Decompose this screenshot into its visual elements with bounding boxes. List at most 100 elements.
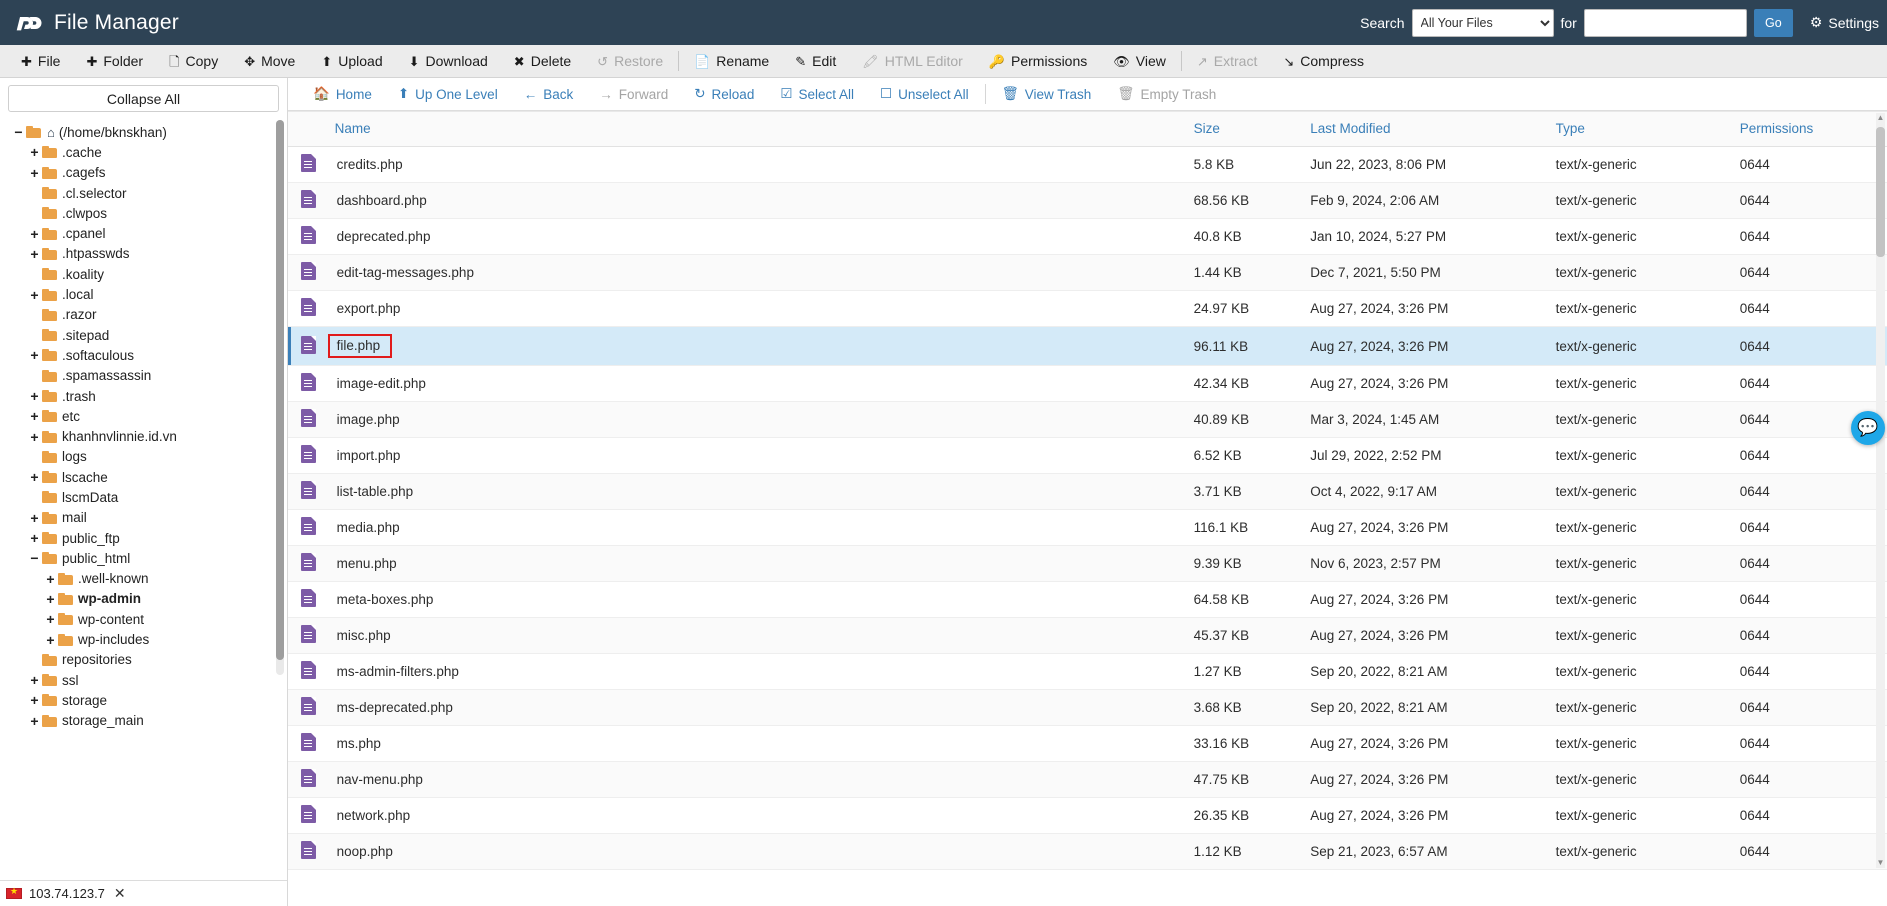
expand-icon[interactable]: + [28,673,41,687]
upload-button[interactable]: ⬆ Upload [308,45,395,78]
permissions-button[interactable]: 🔑 Permissions [976,45,1100,78]
nav-reload[interactable]: ↻ Reload [681,78,767,111]
tree-node-razor[interactable]: .razor [0,305,287,325]
new-file-button[interactable]: ✚ File [8,45,73,78]
expand-icon[interactable]: + [28,531,41,545]
table-row[interactable]: file.php96.11 KBAug 27, 2024, 3:26 PMtex… [288,327,1887,366]
column-header-name[interactable]: Name [335,112,1194,147]
table-row[interactable]: noop.php1.12 KBSep 21, 2023, 6:57 AMtext… [288,834,1887,870]
table-row[interactable]: deprecated.php40.8 KBJan 10, 2024, 5:27 … [288,219,1887,255]
table-row[interactable]: ms.php33.16 KBAug 27, 2024, 3:26 PMtext/… [288,726,1887,762]
search-go-button[interactable]: Go [1754,9,1793,37]
new-folder-button[interactable]: ✚ Folder [73,45,156,78]
tree-node-mail[interactable]: +mail [0,508,287,528]
nav-up-one-level[interactable]: ⬆ Up One Level [385,78,511,111]
nav-back[interactable]: ← Back [511,78,587,111]
expand-icon[interactable]: + [44,633,57,647]
table-row[interactable]: network.php26.35 KBAug 27, 2024, 3:26 PM… [288,798,1887,834]
file-name[interactable]: import.php [335,448,401,463]
nav-view-trash[interactable]: 🗑 View Trash [989,78,1105,111]
tree-node-htpasswds[interactable]: +.htpasswds [0,244,287,264]
file-name-cell[interactable]: list-table.php [335,474,1194,510]
expand-icon[interactable]: + [28,409,41,423]
tree-node-sitepad[interactable]: .sitepad [0,325,287,345]
expand-icon[interactable]: + [28,470,41,484]
file-name[interactable]: ms-deprecated.php [335,700,453,715]
file-name[interactable]: meta-boxes.php [335,592,434,607]
copy-button[interactable]: 🗋 Copy [156,45,231,78]
tree-node-public-html[interactable]: −public_html [0,548,287,568]
collapse-icon[interactable]: − [12,125,25,139]
tree-node-cl-selector[interactable]: .cl.selector [0,183,287,203]
collapse-icon[interactable]: − [28,551,41,565]
file-name-cell[interactable]: ms-admin-filters.php [335,654,1194,690]
nav-home[interactable]: 🏠 Home [300,78,385,111]
file-name[interactable]: dashboard.php [335,193,427,208]
tree-node-cpanel[interactable]: +.cpanel [0,223,287,243]
file-name-cell[interactable]: file.php [335,327,1194,366]
expand-icon[interactable]: + [44,572,57,586]
tree-node-trash[interactable]: +.trash [0,386,287,406]
expand-icon[interactable]: + [28,288,41,302]
expand-icon[interactable]: + [44,592,57,606]
table-row[interactable]: ms-admin-filters.php1.27 KBSep 20, 2022,… [288,654,1887,690]
tree-node-lscache[interactable]: +lscache [0,467,287,487]
file-name-cell[interactable]: ms-deprecated.php [335,690,1194,726]
file-name-cell[interactable]: ms.php [335,726,1194,762]
tree-node-khanhnvlinnie-id-vn[interactable]: +khanhnvlinnie.id.vn [0,426,287,446]
table-row[interactable]: list-table.php3.71 KBOct 4, 2022, 9:17 A… [288,474,1887,510]
column-header-size[interactable]: Size [1194,112,1311,147]
file-name[interactable]: noop.php [335,844,393,859]
file-name[interactable]: nav-menu.php [335,772,423,787]
tree-node-cache[interactable]: +.cache [0,142,287,162]
expand-icon[interactable]: + [44,612,57,626]
table-row[interactable]: misc.php45.37 KBAug 27, 2024, 3:26 PMtex… [288,618,1887,654]
table-row[interactable]: media.php116.1 KBAug 27, 2024, 3:26 PMte… [288,510,1887,546]
table-row[interactable]: image-edit.php42.34 KBAug 27, 2024, 3:26… [288,366,1887,402]
tree-node-public-ftp[interactable]: +public_ftp [0,528,287,548]
tree-node-wp-includes[interactable]: +wp-includes [0,629,287,649]
column-header-last-modified[interactable]: Last Modified [1310,112,1555,147]
table-row[interactable]: export.php24.97 KBAug 27, 2024, 3:26 PMt… [288,291,1887,327]
tree-node-home-bknskhan[interactable]: −⌂(/home/bknskhan) [0,122,287,142]
file-name-cell[interactable]: misc.php [335,618,1194,654]
file-name-cell[interactable]: dashboard.php [335,183,1194,219]
close-icon[interactable]: ✕ [114,885,126,902]
table-row[interactable]: edit-tag-messages.php1.44 KBDec 7, 2021,… [288,255,1887,291]
settings-button[interactable]: ⚙ Settings [1800,14,1887,31]
file-name-cell[interactable]: export.php [335,291,1194,327]
file-name[interactable]: deprecated.php [335,229,431,244]
view-button[interactable]: 👁 View [1100,45,1179,78]
file-name[interactable]: export.php [335,301,401,316]
highlighted-file-name[interactable]: file.php [328,334,393,358]
file-name-cell[interactable]: import.php [335,438,1194,474]
file-name[interactable]: network.php [335,808,411,823]
file-name[interactable]: ms-admin-filters.php [335,664,459,679]
column-header-permissions[interactable]: Permissions [1740,112,1887,147]
file-name-cell[interactable]: edit-tag-messages.php [335,255,1194,291]
file-name[interactable]: media.php [335,520,400,535]
tree-node-well-known[interactable]: +.well-known [0,569,287,589]
expand-icon[interactable]: + [28,389,41,403]
file-name-cell[interactable]: network.php [335,798,1194,834]
file-name-cell[interactable]: deprecated.php [335,219,1194,255]
scroll-up-icon[interactable]: ▲ [1876,113,1885,123]
tree-node-logs[interactable]: logs [0,447,287,467]
file-name[interactable]: misc.php [335,628,391,643]
download-button[interactable]: ⬇ Download [396,45,501,78]
tree-node-spamassassin[interactable]: .spamassassin [0,366,287,386]
file-name[interactable]: edit-tag-messages.php [335,265,474,280]
sidebar-scrollbar-thumb[interactable] [276,120,284,660]
table-row[interactable]: ms-deprecated.php3.68 KBSep 20, 2022, 8:… [288,690,1887,726]
collapse-all-button[interactable]: Collapse All [8,85,279,112]
tree-node-clwpos[interactable]: .clwpos [0,203,287,223]
file-name[interactable]: menu.php [335,556,397,571]
expand-icon[interactable]: + [28,227,41,241]
expand-icon[interactable]: + [28,348,41,362]
search-scope-select[interactable]: All Your Files [1412,9,1554,37]
file-table-scrollbar[interactable]: ▲ ▼ [1876,113,1885,868]
file-name-cell[interactable]: image.php [335,402,1194,438]
expand-icon[interactable]: + [28,430,41,444]
expand-icon[interactable]: + [28,247,41,261]
file-name-cell[interactable]: image-edit.php [335,366,1194,402]
